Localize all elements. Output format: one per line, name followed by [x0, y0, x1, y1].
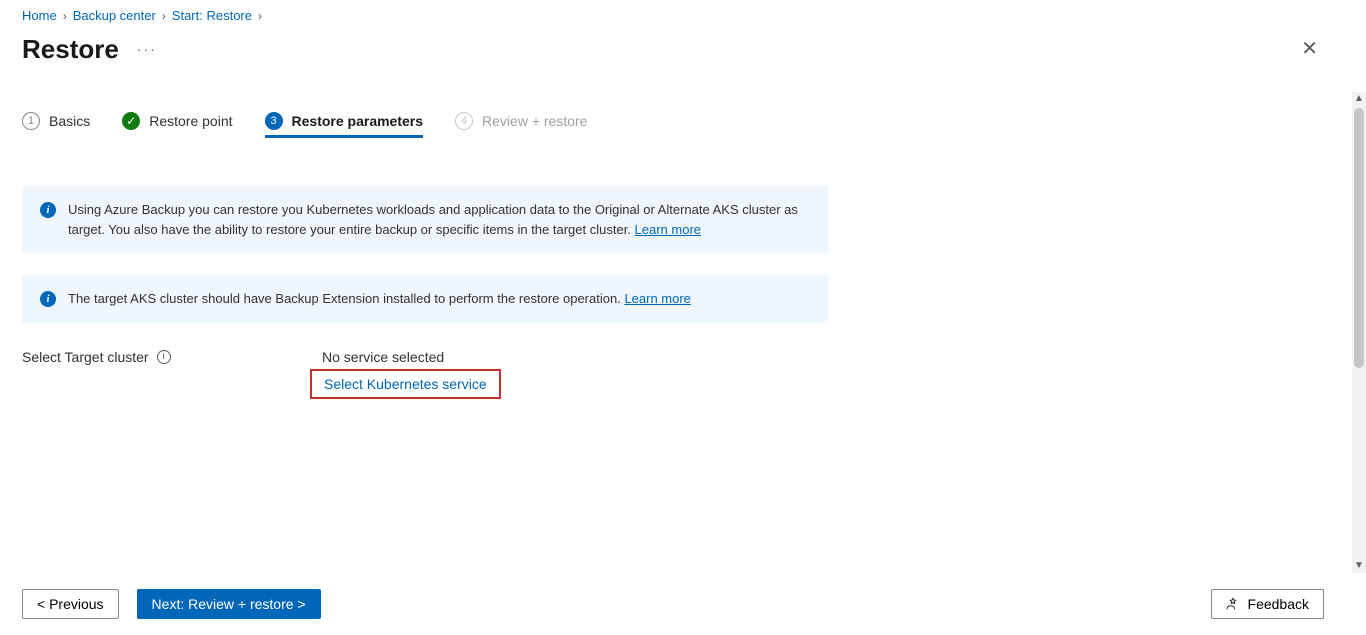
step-badge: 1 — [22, 112, 40, 130]
learn-more-link[interactable]: Learn more — [624, 291, 690, 306]
title-row: Restore ··· ✕ — [0, 27, 1366, 79]
step-label: Basics — [49, 113, 90, 129]
info-icon: i — [40, 291, 56, 307]
info-banner-overview: i Using Azure Backup you can restore you… — [22, 186, 828, 253]
breadcrumb-item-start-restore[interactable]: Start: Restore — [172, 8, 252, 23]
scroll-up-arrow-icon[interactable]: ▲ — [1352, 92, 1366, 106]
info-icon: i — [40, 202, 56, 218]
info-banner-extension: i The target AKS cluster should have Bac… — [22, 275, 828, 323]
help-icon[interactable]: i — [157, 350, 171, 364]
field-label: Select Target cluster — [22, 349, 149, 365]
feedback-label: Feedback — [1248, 596, 1309, 612]
chevron-right-icon: › — [258, 9, 262, 23]
close-icon[interactable]: ✕ — [1295, 33, 1324, 65]
highlight-box: Select Kubernetes service — [310, 369, 501, 399]
step-badge: 4 — [455, 112, 473, 130]
scrollbar[interactable]: ▲ ▼ — [1352, 92, 1366, 573]
scroll-thumb[interactable] — [1354, 108, 1364, 368]
step-badge: 3 — [265, 112, 283, 130]
learn-more-link[interactable]: Learn more — [635, 222, 701, 237]
feedback-button[interactable]: Feedback — [1211, 589, 1324, 619]
person-feedback-icon — [1226, 597, 1240, 611]
wizard-step-restore-point[interactable]: ✓ Restore point — [122, 112, 232, 138]
content-pane: 1 Basics ✓ Restore point 3 Restore param… — [0, 92, 1366, 573]
wizard-step-restore-parameters[interactable]: 3 Restore parameters — [265, 112, 424, 138]
step-label: Restore point — [149, 113, 232, 129]
next-review-restore-button[interactable]: Next: Review + restore > — [137, 589, 321, 619]
wizard-step-basics[interactable]: 1 Basics — [22, 112, 90, 138]
breadcrumb: Home › Backup center › Start: Restore › — [0, 0, 1366, 27]
breadcrumb-item-home[interactable]: Home — [22, 8, 57, 23]
field-value: No service selected — [322, 349, 501, 365]
wizard-step-review-restore: 4 Review + restore — [455, 112, 587, 138]
chevron-right-icon: › — [63, 9, 67, 23]
info-text: The target AKS cluster should have Backu… — [68, 291, 624, 306]
select-kubernetes-service-link[interactable]: Select Kubernetes service — [324, 376, 487, 392]
step-label: Review + restore — [482, 113, 587, 129]
breadcrumb-item-backup-center[interactable]: Backup center — [73, 8, 156, 23]
field-select-target-cluster: Select Target cluster i No service selec… — [22, 349, 1344, 399]
checkmark-icon: ✓ — [122, 112, 140, 130]
page-title: Restore — [22, 34, 119, 65]
footer-bar: < Previous Next: Review + restore > Feed… — [0, 577, 1366, 635]
scroll-down-arrow-icon[interactable]: ▼ — [1352, 559, 1366, 573]
wizard-steps: 1 Basics ✓ Restore point 3 Restore param… — [22, 112, 1344, 138]
more-actions-button[interactable]: ··· — [133, 37, 161, 61]
previous-button[interactable]: < Previous — [22, 589, 119, 619]
step-label: Restore parameters — [292, 113, 424, 129]
chevron-right-icon: › — [162, 9, 166, 23]
